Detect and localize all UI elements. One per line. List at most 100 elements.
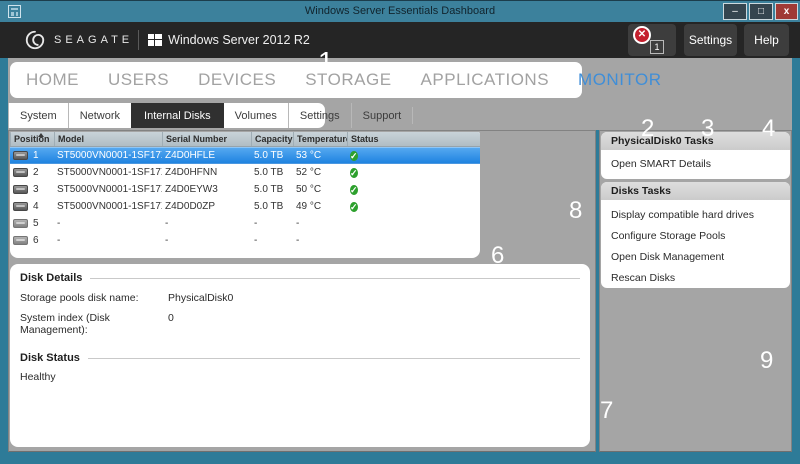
settings-button[interactable]: Settings (684, 24, 737, 56)
cell-temperature: - (296, 218, 300, 229)
status-healthy-icon: ✓ (350, 150, 358, 161)
window-title: Windows Server Essentials Dashboard (304, 5, 496, 17)
window-controls: – □ x (723, 3, 798, 20)
cell-model: ST5000VN0001-1SF17X (57, 184, 162, 195)
windows-logo-icon (148, 34, 163, 46)
section-rule (90, 277, 580, 279)
tab-home[interactable]: HOME (26, 70, 79, 90)
table-row[interactable]: 2 ST5000VN0001-1SF17X Z4D0HFNN 5.0 TB 52… (10, 164, 480, 181)
status-healthy-icon: ✓ (350, 167, 358, 178)
configure-storage-pools-link[interactable]: Configure Storage Pools (601, 226, 790, 247)
tab-devices[interactable]: DEVICES (198, 70, 276, 90)
disk-icon (13, 219, 28, 228)
disks-tasks-header: Disks Tasks (601, 182, 790, 200)
cell-capacity: - (254, 235, 258, 246)
cell-position: 6 (33, 235, 39, 246)
nav-zone: HOME USERS DEVICES STORAGE APPLICATIONS … (8, 58, 792, 130)
close-button[interactable]: x (775, 3, 798, 20)
maximize-button[interactable]: □ (749, 3, 773, 20)
cell-temperature: 49 °C (296, 201, 322, 212)
cell-position: 2 (33, 167, 39, 178)
open-disk-management-link[interactable]: Open Disk Management (601, 247, 790, 268)
cell-position: 3 (33, 184, 39, 195)
subtab-volumes[interactable]: Volumes (224, 103, 288, 128)
seagate-logo-icon (25, 30, 45, 50)
table-row[interactable]: 4 ST5000VN0001-1SF17X Z4D0D0ZP 5.0 TB 49… (10, 198, 480, 215)
table-row[interactable]: 5 - - - - (10, 215, 480, 232)
annotation-7: 7 (600, 397, 614, 424)
detail-field: Storage pools disk name: PhysicalDisk0 (20, 292, 580, 304)
section-rule (87, 357, 580, 359)
annotation-1: 1 (318, 46, 334, 77)
disks-tasks-card: Disks Tasks Display compatible hard driv… (601, 182, 790, 288)
cell-temperature: 53 °C (296, 150, 322, 161)
cell-model: ST5000VN0001-1SF17X (57, 201, 162, 212)
disk-icon (13, 236, 28, 245)
tab-applications[interactable]: APPLICATIONS (421, 70, 550, 90)
minimize-button[interactable]: – (723, 3, 747, 20)
display-compatible-drives-link[interactable]: Display compatible hard drives (601, 205, 790, 226)
col-position[interactable]: Position (10, 132, 54, 146)
table-row[interactable]: 1 ST5000VN0001-1SF17X Z4D0HFLE 5.0 TB 53… (10, 147, 480, 164)
disk-icon (13, 185, 28, 194)
tab-users[interactable]: USERS (108, 70, 169, 90)
open-smart-details-link[interactable]: Open SMART Details (601, 150, 790, 170)
disk-icon (13, 202, 28, 211)
cell-temperature: - (296, 235, 300, 246)
col-capacity[interactable]: Capacity (251, 132, 293, 146)
disk-icon (13, 151, 28, 160)
cell-position: 1 (33, 150, 39, 161)
cell-serial: Z4D0HFNN (165, 167, 218, 178)
internal-disks-table: Position Model Serial Number Capacity Te… (10, 132, 480, 258)
annotation-6: 6 (491, 242, 505, 269)
col-status[interactable]: Status (347, 132, 480, 146)
subtab-settings[interactable]: Settings (287, 103, 351, 128)
cell-serial: Z4D0HFLE (165, 150, 216, 161)
field-label: System index (Disk Management): (20, 312, 110, 336)
status-healthy-icon: ✓ (350, 201, 358, 212)
subtab-network[interactable]: Network (67, 103, 131, 128)
tab-monitor[interactable]: MONITOR (578, 70, 661, 90)
subtab-end-divider (412, 107, 414, 124)
col-model[interactable]: Model (54, 132, 162, 146)
cell-model: ST5000VN0001-1SF17X (57, 167, 162, 178)
disk-icon (13, 168, 28, 177)
help-button[interactable]: Help (744, 24, 789, 56)
rescan-disks-link[interactable]: Rescan Disks (601, 268, 790, 288)
tasks-region: PhysicalDisk0 Tasks Open SMART Details D… (599, 130, 792, 452)
detail-field: System index (Disk Management): 0 (20, 312, 580, 336)
cell-capacity: - (254, 218, 258, 229)
disk-details-title: Disk Details (20, 272, 83, 284)
sort-ascending-icon (38, 133, 44, 137)
cell-position: 4 (33, 201, 39, 212)
col-serial[interactable]: Serial Number (162, 132, 251, 146)
disk-details-panel: Disk Details Storage pools disk name: Ph… (10, 264, 590, 447)
table-row[interactable]: 3 ST5000VN0001-1SF17X Z4D0EYW3 5.0 TB 50… (10, 181, 480, 198)
table-row[interactable]: 6 - - - - (10, 232, 480, 249)
brand-group: SEAGATE Windows Server 2012 R2 (24, 22, 310, 58)
annotation-8: 8 (569, 197, 583, 224)
subtab-system[interactable]: System (8, 103, 68, 128)
content-area: HOME USERS DEVICES STORAGE APPLICATIONS … (0, 58, 800, 464)
cell-model: - (57, 218, 61, 229)
disk-status-value: Healthy (20, 371, 56, 383)
alerts-button[interactable]: ✕ 1 (628, 24, 676, 56)
dashboard-window: Windows Server Essentials Dashboard – □ … (0, 0, 800, 464)
disk-status-title: Disk Status (20, 352, 80, 364)
alert-count-badge: 1 (650, 40, 664, 54)
field-value: 0 (168, 312, 174, 324)
cell-capacity: 5.0 TB (254, 184, 284, 195)
product-name: Windows Server 2012 R2 (168, 33, 310, 47)
field-label: Storage pools disk name: (20, 292, 139, 304)
cell-capacity: 5.0 TB (254, 150, 284, 161)
cell-model: ST5000VN0001-1SF17X (57, 150, 162, 161)
col-temperature[interactable]: Temperature (293, 132, 347, 146)
subtab-support[interactable]: Support (350, 103, 413, 128)
subtab-internal-disks[interactable]: Internal Disks (131, 103, 224, 128)
brand-divider (138, 30, 140, 50)
annotation-4: 4 (762, 115, 776, 142)
main-nav: HOME USERS DEVICES STORAGE APPLICATIONS … (10, 62, 661, 98)
annotation-3: 3 (701, 115, 715, 142)
cell-position: 5 (33, 218, 39, 229)
cell-serial: Z4D0EYW3 (165, 184, 218, 195)
